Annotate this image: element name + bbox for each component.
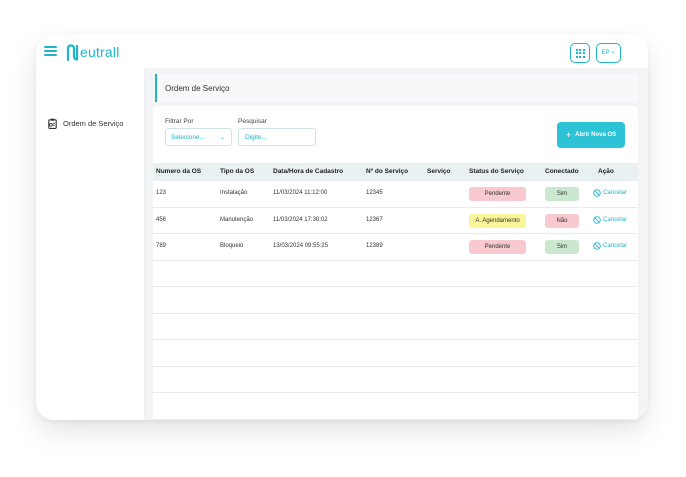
chevron-down-icon: ⌄ (219, 135, 225, 141)
cell-numero-servico: 12367 (366, 216, 383, 223)
cell-data: 11/03/2024 11:12:00 (273, 190, 328, 196)
table-header: Numero da OS Tipo da OS Data/Hora de Cad… (153, 163, 638, 181)
column-header-status[interactable]: Status do Serviço (469, 168, 524, 175)
cell-numero: 456 (156, 216, 167, 223)
cancel-action[interactable]: Cancelar (593, 189, 627, 197)
hamburger-menu-icon[interactable] (44, 46, 57, 56)
user-initials: EP (601, 50, 610, 56)
table-row[interactable]: 789 Bloqueio 13/03/2024 09:55:25 12389 P… (153, 234, 638, 261)
cancel-action[interactable]: Cancelar (593, 242, 627, 250)
empty-table-row (153, 261, 638, 287)
sidebar: Ordem de Serviço (36, 68, 145, 420)
main-content: Ordem de Serviço Filtrar Por Selecione..… (145, 68, 648, 420)
orders-card: Filtrar Por Selecione... ⌄ Pesquisar + A… (153, 106, 638, 420)
cell-data: 13/03/2024 09:55:25 (273, 243, 329, 249)
filter-label: Filtrar Por (165, 118, 194, 125)
column-header-numero-servico[interactable]: Nº do Serviço (366, 168, 408, 175)
cell-data: 11/03/2024 17:30:02 (273, 216, 328, 223)
status-badge: Pendente (469, 187, 526, 201)
cell-numero-servico: 12345 (366, 190, 383, 196)
column-header-servico[interactable]: Serviço (427, 168, 451, 175)
table-row[interactable]: 456 Manutenção 11/03/2024 17:30:02 12367… (153, 208, 638, 234)
column-header-acao[interactable]: Ação (598, 168, 614, 175)
open-new-order-label: Abrir Nova OS (575, 132, 617, 138)
empty-table-row (153, 287, 638, 314)
cell-numero-servico: 12389 (366, 243, 383, 249)
cancel-action[interactable]: Cancelar (593, 215, 628, 224)
connected-badge: Sim (545, 187, 579, 201)
empty-table-row (153, 393, 638, 420)
apps-grid-icon (575, 48, 585, 58)
cancel-label: Cancelar (603, 216, 628, 223)
connected-badge: Não (545, 213, 579, 228)
table-row[interactable]: 123 Instalação 11/03/2024 11:12:00 12345… (153, 181, 638, 208)
cell-tipo: Bloqueio (220, 243, 244, 249)
app-window: eutrall EP ⌄ Ordem de Serviço Ordem de S… (36, 34, 648, 420)
sidebar-item-ordem-de-servico[interactable]: Ordem de Serviço (48, 118, 123, 129)
sidebar-item-label: Ordem de Serviço (63, 119, 124, 128)
connected-badge: Sim (545, 240, 579, 254)
cell-tipo: Instalação (220, 190, 248, 196)
empty-table-row (153, 314, 638, 340)
filter-select[interactable]: Selecione... ⌄ (165, 128, 232, 146)
column-header-tipo[interactable]: Tipo da OS (220, 168, 254, 175)
empty-table-row (153, 340, 638, 367)
logo-n-icon (66, 43, 79, 61)
brand-name: eutrall (80, 44, 120, 60)
cancel-label: Cancelar (603, 243, 628, 249)
empty-table-row (153, 367, 638, 393)
column-header-numero[interactable]: Numero da OS (156, 168, 201, 175)
search-input[interactable] (238, 128, 316, 146)
user-menu-button[interactable]: EP ⌄ (596, 43, 621, 63)
search-label: Pesquisar (238, 118, 267, 125)
cell-tipo: Manutenção (220, 216, 254, 223)
brand-logo[interactable]: eutrall (66, 42, 120, 62)
top-bar: eutrall EP ⌄ (36, 34, 648, 68)
clipboard-icon (48, 118, 57, 129)
column-header-data[interactable]: Data/Hora de Cadastro (273, 168, 343, 175)
page-title: Ordem de Serviço (165, 83, 230, 93)
open-new-order-button[interactable]: + Abrir Nova OS (557, 122, 625, 148)
chevron-down-icon: ⌄ (610, 48, 616, 55)
cancel-label: Cancelar (603, 190, 628, 196)
apps-grid-button[interactable] (570, 43, 590, 63)
page-header: Ordem de Serviço (155, 74, 638, 102)
filter-select-value: Selecione... (171, 133, 205, 141)
cancel-circle-icon (593, 242, 601, 250)
column-header-conectado[interactable]: Conectado (545, 168, 579, 175)
cancel-circle-icon (593, 215, 601, 224)
cell-numero: 123 (156, 190, 167, 196)
status-badge: Pendente (469, 240, 526, 254)
plus-icon: + (565, 130, 572, 140)
status-badge: A. Agendamento (469, 213, 526, 228)
cell-numero: 789 (156, 243, 167, 249)
cancel-circle-icon (593, 189, 601, 197)
